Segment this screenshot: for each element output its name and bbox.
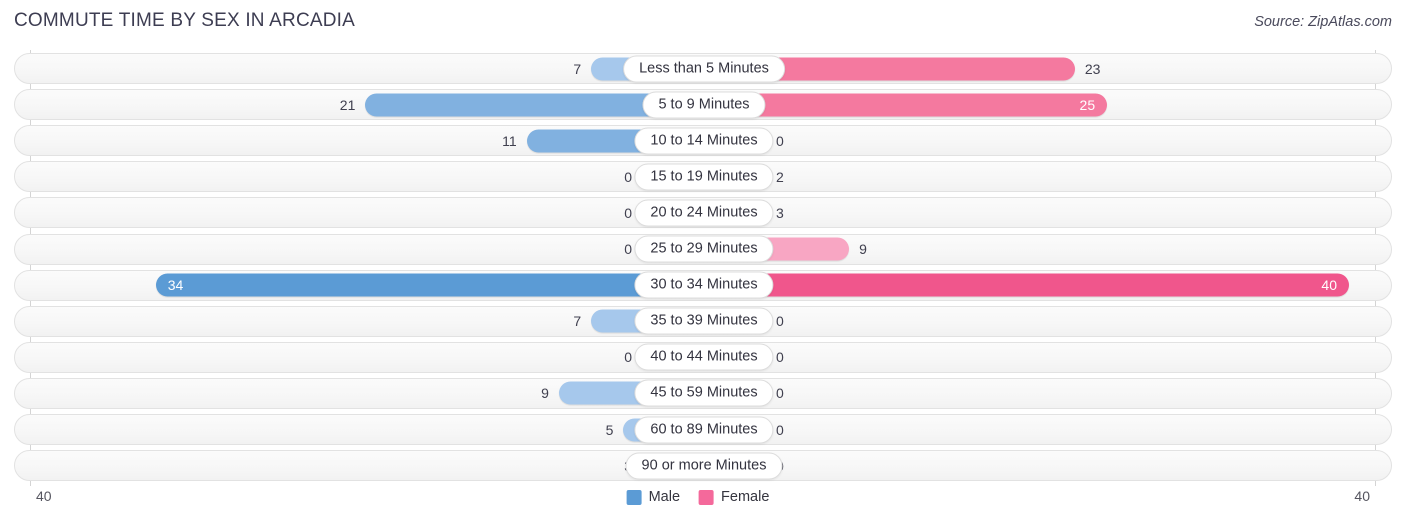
chart-row: 9 0 45 to 59 Minutes	[14, 377, 1392, 409]
chart-footer: 40 40 Male Female	[0, 485, 1406, 515]
bar-value-male: 5	[605, 421, 614, 438]
bar-male[interactable]	[155, 273, 704, 297]
chart-row: 0 3 20 to 24 Minutes	[14, 197, 1392, 229]
chart-row: 7 23 Less than 5 Minutes	[14, 53, 1392, 84]
chart-row: 34 40 30 to 34 Minutes	[14, 269, 1392, 301]
bar-value-male: 0	[624, 349, 632, 366]
bar-value-female: 9	[859, 241, 867, 257]
category-label: 60 to 89 Minutes	[634, 416, 774, 443]
chart-row: 3090 or more Minutes	[14, 450, 1392, 482]
category-label: 5 to 9 Minutes	[642, 91, 766, 119]
category-label: 25 to 29 Minutes	[634, 235, 774, 263]
category-label: 35 to 39 Minutes	[634, 307, 774, 335]
axis-max-label-right: 40	[1354, 488, 1370, 504]
bar-value-female: 0	[776, 421, 784, 438]
category-label: 15 to 19 Minutes	[634, 163, 774, 191]
bar-value-female: 0	[776, 385, 784, 402]
chart-row: 21 25 5 to 9 Minutes	[14, 89, 1392, 121]
chart-row: 0 2 15 to 19 Minutes	[14, 161, 1392, 193]
bar-value-male: 34	[167, 277, 184, 294]
chart-row: 5 0 60 to 89 Minutes	[14, 414, 1392, 445]
legend-label: Female	[721, 489, 770, 505]
category-label: 30 to 34 Minutes	[634, 271, 774, 299]
legend-swatch-icon	[699, 489, 715, 505]
chart-row: 0 9 25 to 29 Minutes	[14, 233, 1392, 265]
bar-value-female: 2	[776, 168, 784, 185]
axis-max-label-left: 40	[36, 488, 52, 504]
bar-value-male: 7	[573, 60, 582, 77]
bar-value-male: 7	[573, 313, 582, 330]
bar-value-female: 25	[1079, 96, 1096, 113]
category-label: 10 to 14 Minutes	[634, 127, 774, 155]
chart-row: 7 0 35 to 39 Minutes	[14, 305, 1392, 337]
category-label: Less than 5 Minutes	[623, 55, 785, 82]
bar-value-male: 0	[624, 241, 632, 257]
page-title: COMMUTE TIME BY SEX IN ARCADIA	[14, 10, 356, 31]
legend-item[interactable]: Male	[626, 489, 681, 505]
bar-value-female: 0	[776, 313, 784, 330]
category-label: 45 to 59 Minutes	[634, 379, 774, 407]
bar-value-male: 0	[624, 168, 632, 185]
bar-value-male: 11	[502, 132, 517, 149]
bar-value-male: 0	[624, 204, 632, 221]
legend-swatch-icon	[626, 489, 642, 505]
category-label: 40 to 44 Minutes	[634, 343, 774, 371]
legend-label: Male	[648, 489, 681, 505]
chart-row: 0 0 40 to 44 Minutes	[14, 341, 1392, 373]
bar-value-female: 0	[776, 132, 784, 149]
bar-value-female: 3	[776, 204, 784, 221]
bar-value-male: 21	[339, 96, 356, 113]
chart-row: 11 0 10 to 14 Minutes	[14, 125, 1392, 157]
category-label: 90 or more Minutes	[625, 452, 783, 480]
bar-value-female: 0	[776, 349, 784, 366]
chart-plot-area: 7 23 Less than 5 Minutes 21 25 5 to 9 Minutes…	[0, 50, 1406, 486]
legend-item[interactable]: Female	[699, 489, 769, 505]
bar-value-female: 40	[1321, 277, 1337, 294]
bar-value-male: 9	[541, 385, 549, 402]
bar-value-female: 23	[1084, 60, 1101, 77]
chart-legend: Male Female	[626, 489, 780, 505]
category-label: 20 to 24 Minutes	[634, 199, 774, 227]
bar-female[interactable]	[704, 273, 1349, 297]
source-attribution: Source: ZipAtlas.com	[1254, 14, 1392, 30]
